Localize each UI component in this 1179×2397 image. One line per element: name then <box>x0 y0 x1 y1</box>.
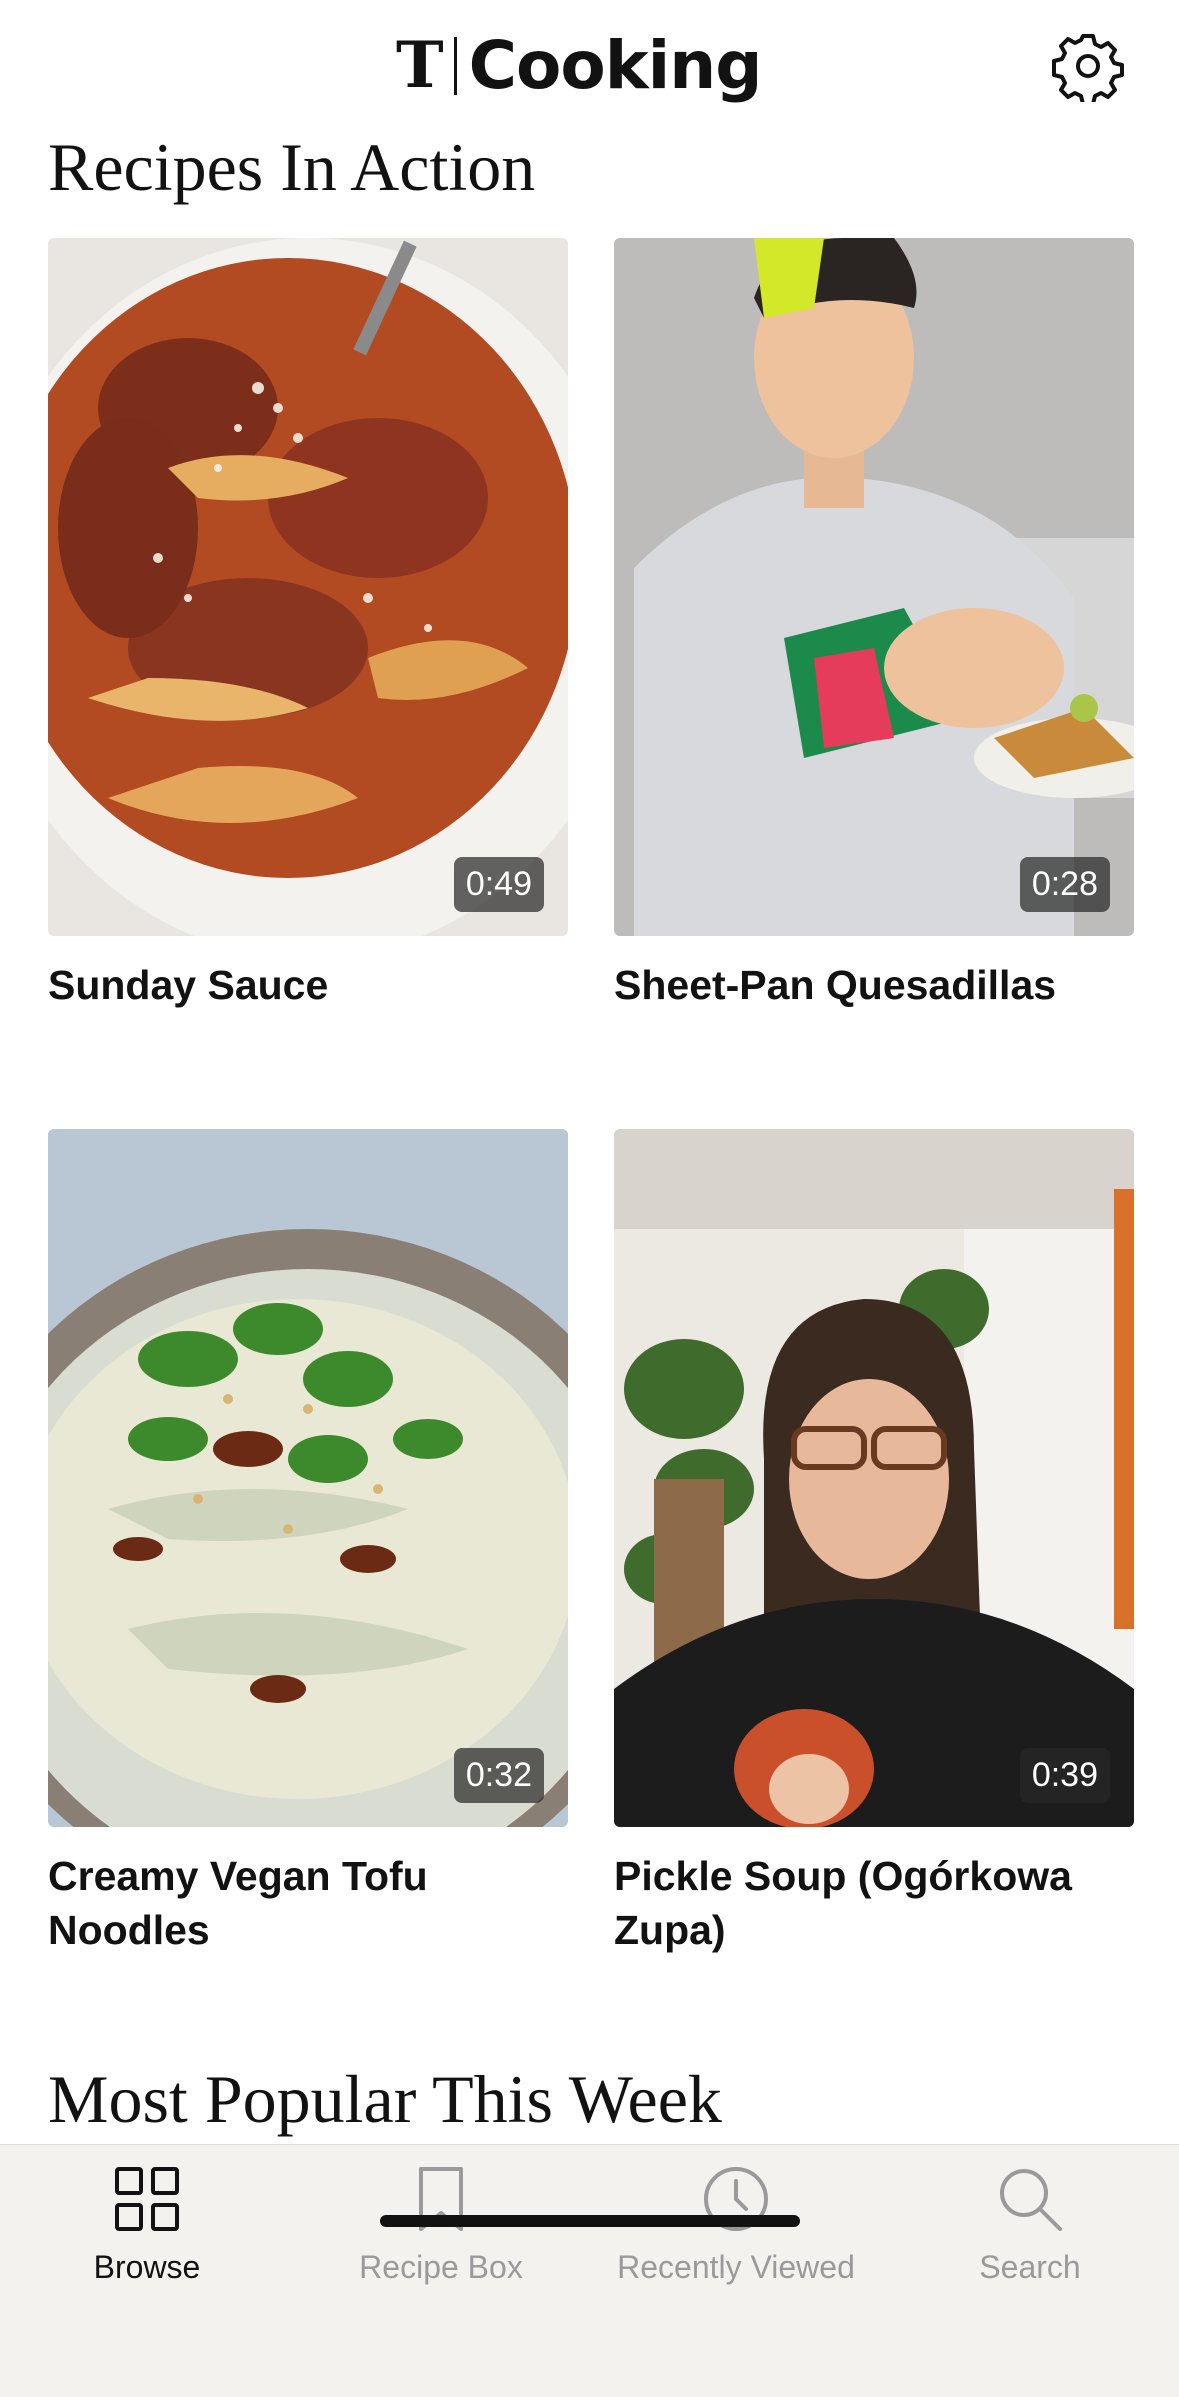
video-duration-badge: 0:49 <box>453 857 544 912</box>
tab-recipe-box[interactable]: Recipe Box <box>294 2163 588 2313</box>
bottom-tab-bar: Browse Recipe Box Recently Viewed Search <box>0 2144 1179 2397</box>
recipe-title[interactable]: Sheet-Pan Quesadillas <box>614 958 1134 1012</box>
video-duration-badge: 0:39 <box>1019 1748 1110 1803</box>
tab-search[interactable]: Search <box>883 2163 1177 2313</box>
video-duration-badge: 0:28 <box>1019 857 1110 912</box>
noodles-image <box>48 1129 568 1827</box>
recipe-title[interactable]: Pickle Soup (Ogórkowa Zupa) <box>614 1849 1134 1957</box>
recipe-title[interactable]: Sunday Sauce <box>48 958 568 1012</box>
video-thumbnail[interactable]: 0:32 <box>48 1129 568 1827</box>
section-title-recipes-in-action: Recipes In Action <box>48 129 536 205</box>
gear-icon[interactable] <box>1052 30 1124 102</box>
section-title-most-popular: Most Popular This Week <box>48 2061 722 2137</box>
tab-label: Search <box>979 2249 1081 2285</box>
chef-pickle-soup-image <box>614 1129 1134 1827</box>
search-icon <box>1000 2169 1062 2231</box>
video-thumbnail[interactable]: 0:39 <box>614 1129 1134 1827</box>
nyt-logo-mark: T <box>396 28 444 103</box>
home-indicator[interactable] <box>380 2215 800 2227</box>
video-thumbnail[interactable]: 0:49 <box>48 238 568 936</box>
tab-label: Recently Viewed <box>617 2249 855 2285</box>
pasta-image <box>48 238 568 936</box>
logo-wordmark: Cooking <box>468 27 763 104</box>
recipe-video-card[interactable]: 0:28 Sheet-Pan Quesadillas <box>614 238 1134 1012</box>
tab-label: Recipe Box <box>359 2249 523 2285</box>
recipe-video-card[interactable]: 0:32 Creamy Vegan Tofu Noodles <box>48 1129 568 1957</box>
tab-label: Browse <box>93 2249 201 2285</box>
video-thumbnail[interactable]: 0:28 <box>614 238 1134 936</box>
tab-browse[interactable]: Browse <box>0 2163 294 2313</box>
recipe-video-card[interactable]: 0:49 Sunday Sauce <box>48 238 568 1012</box>
chef-quesadilla-image <box>614 238 1134 936</box>
recipe-title[interactable]: Creamy Vegan Tofu Noodles <box>48 1849 568 1957</box>
recipe-video-card[interactable]: 0:39 Pickle Soup (Ogórkowa Zupa) <box>614 1129 1134 1957</box>
logo-divider <box>453 37 457 95</box>
video-duration-badge: 0:32 <box>453 1748 544 1803</box>
nyt-cooking-logo[interactable]: T Cooking <box>396 26 762 106</box>
app-header: T Cooking <box>0 0 1179 130</box>
tab-recently-viewed[interactable]: Recently Viewed <box>589 2163 883 2313</box>
grid-icon <box>115 2167 179 2231</box>
